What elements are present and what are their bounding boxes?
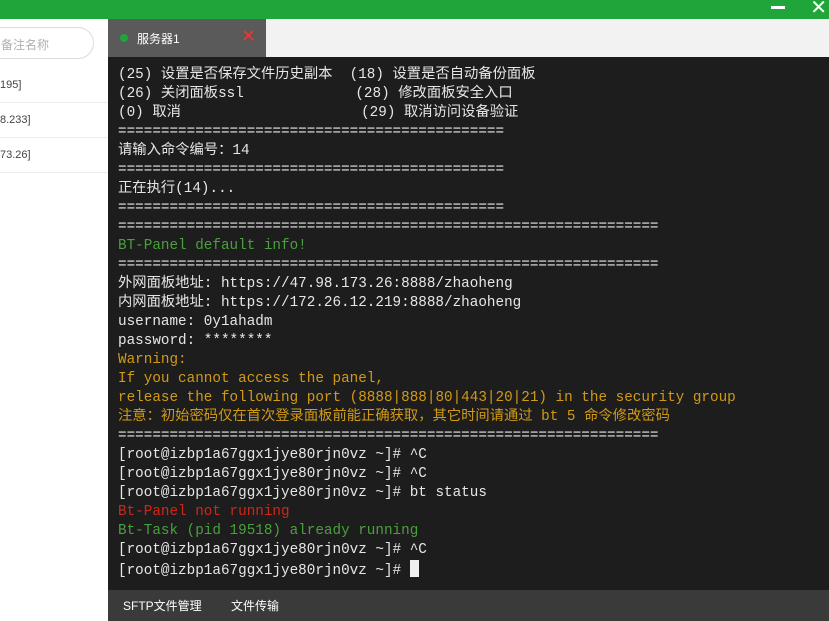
terminal-line: ========================================… — [118, 161, 736, 180]
server-list-item[interactable]: 73.26] — [0, 138, 108, 173]
terminal-line-text: username: 0y1ahadm — [118, 314, 273, 330]
terminal-line: (25) 设置是否保存文件历史副本 (18) 设置是否自动备份面板 — [118, 66, 736, 85]
terminal-line: [root@izbp1a67ggx1jye80rjn0vz ~]# ^C — [118, 446, 736, 465]
terminal-line: If you cannot access the panel, — [118, 370, 736, 389]
bottom-toolbar: SFTP文件管理 文件传输 — [108, 590, 829, 621]
tab-server-1[interactable]: 服务器1 ✕ — [108, 19, 266, 57]
terminal-line: 注意：初始密码仅在首次登录面板前能正确获取，其它时间请通过 bt 5 命令修改密… — [118, 408, 736, 427]
terminal-line: release the following port (8888|888|80|… — [118, 389, 736, 408]
server-list-item-label: 73.26] — [0, 149, 31, 161]
terminal-line-text: release the following port (8888|888|80|… — [118, 390, 736, 406]
terminal-line-text: (0) 取消 (29) 取消访问设备验证 — [118, 105, 519, 121]
search-placeholder: 备注名称 — [1, 38, 50, 52]
terminal-line-text: ========================================… — [118, 124, 505, 140]
terminal-line-text: password: ******** — [118, 333, 273, 349]
tab-close-icon[interactable]: ✕ — [241, 27, 256, 47]
terminal-line-text: [root@izbp1a67ggx1jye80rjn0vz ~]# bt sta… — [118, 485, 487, 501]
terminal-line-text: ========================================… — [118, 200, 505, 216]
terminal-line: 正在执行(14)... — [118, 180, 736, 199]
terminal-line: [root@izbp1a67ggx1jye80rjn0vz ~]# ^C — [118, 541, 736, 560]
terminal-line-text: [root@izbp1a67ggx1jye80rjn0vz ~]# — [118, 563, 410, 579]
terminal-line: ========================================… — [118, 199, 736, 218]
server-list-item[interactable]: 195] — [0, 68, 108, 103]
terminal-line: [root@izbp1a67ggx1jye80rjn0vz ~]# bt sta… — [118, 484, 736, 503]
server-list-item-label: 195] — [0, 79, 22, 91]
tab-label: 服务器1 — [137, 32, 180, 46]
terminal-cursor — [409, 560, 419, 577]
terminal-line-text: ========================================… — [118, 162, 505, 178]
terminal-line-text: [root@izbp1a67ggx1jye80rjn0vz ~]# ^C — [118, 466, 427, 482]
terminal-line-text: ========================================… — [118, 257, 659, 273]
terminal-line-text: ========================================… — [118, 219, 659, 235]
sftp-file-manager-button[interactable]: SFTP文件管理 — [123, 597, 202, 614]
terminal-line: (0) 取消 (29) 取消访问设备验证 — [118, 104, 736, 123]
file-transfer-button[interactable]: 文件传输 — [231, 597, 279, 614]
terminal-line-text: 注意：初始密码仅在首次登录面板前能正确获取，其它时间请通过 bt 5 命令修改密… — [118, 409, 670, 425]
terminal-line: ========================================… — [118, 123, 736, 142]
terminal-output: (25) 设置是否保存文件历史副本 (18) 设置是否自动备份面板 (26) 关闭… — [118, 66, 736, 579]
terminal-line: ========================================… — [118, 427, 736, 446]
terminal-line-text: [root@izbp1a67ggx1jye80rjn0vz ~]# ^C — [118, 542, 427, 558]
terminal-line: password: ******** — [118, 332, 736, 351]
close-icon[interactable]: ✕ — [810, 0, 827, 17]
terminal-line-text: Bt-Panel not running — [118, 504, 290, 520]
terminal-line: [root@izbp1a67ggx1jye80rjn0vz ~]# — [118, 560, 736, 579]
server-list-item[interactable]: 8.233] — [0, 103, 108, 138]
terminal-line-text: 内网面板地址: https://172.26.12.219:8888/zhaoh… — [118, 295, 522, 311]
terminal-line: [root@izbp1a67ggx1jye80rjn0vz ~]# ^C — [118, 465, 736, 484]
terminal-line-text: Warning: — [118, 352, 187, 368]
terminal-line: username: 0y1ahadm — [118, 313, 736, 332]
terminal-line-text: 请输入命令编号：14 — [118, 143, 250, 159]
remark-search-input[interactable]: 备注名称 — [0, 27, 94, 59]
terminal-line-text: (26) 关闭面板ssl (28) 修改面板安全入口 — [118, 86, 513, 102]
terminal-line: Bt-Panel not running — [118, 503, 736, 522]
terminal-line-text: 外网面板地址: https://47.98.173.26:8888/zhaohe… — [118, 276, 513, 292]
tab-strip: 服务器1 ✕ — [108, 19, 829, 58]
server-list-item-label: 8.233] — [0, 114, 31, 126]
terminal-line-text: ========================================… — [118, 428, 659, 444]
terminal-line-text: [root@izbp1a67ggx1jye80rjn0vz ~]# ^C — [118, 447, 427, 463]
terminal-line: ========================================… — [118, 218, 736, 237]
terminal-line: 内网面板地址: https://172.26.12.219:8888/zhaoh… — [118, 294, 736, 313]
terminal-line: 外网面板地址: https://47.98.173.26:8888/zhaohe… — [118, 275, 736, 294]
terminal-line: Warning: — [118, 351, 736, 370]
terminal-line-text: BT-Panel default info! — [118, 238, 307, 254]
terminal-line-text: 正在执行(14)... — [118, 181, 236, 197]
terminal-line-text: If you cannot access the panel, — [118, 371, 384, 387]
terminal-line: Bt-Task (pid 19518) already running — [118, 522, 736, 541]
terminal-line: (26) 关闭面板ssl (28) 修改面板安全入口 — [118, 85, 736, 104]
title-bar: ✕ — [0, 0, 829, 19]
terminal[interactable]: (25) 设置是否保存文件历史副本 (18) 设置是否自动备份面板 (26) 关闭… — [108, 57, 829, 590]
online-dot-icon — [120, 34, 128, 42]
terminal-line: 请输入命令编号：14 — [118, 142, 736, 161]
terminal-line-text: Bt-Task (pid 19518) already running — [118, 523, 419, 539]
terminal-line: ========================================… — [118, 256, 736, 275]
terminal-line: BT-Panel default info! — [118, 237, 736, 256]
server-list-panel: 备注名称 195] 8.233] 73.26] — [0, 19, 109, 621]
terminal-line-text: (25) 设置是否保存文件历史副本 (18) 设置是否自动备份面板 — [118, 67, 536, 83]
